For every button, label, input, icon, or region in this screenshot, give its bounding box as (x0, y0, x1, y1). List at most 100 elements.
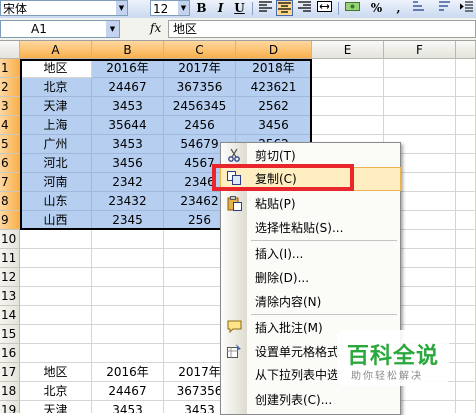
table-cell[interactable] (92, 344, 164, 363)
row-header[interactable]: 12 (0, 268, 20, 287)
table-cell[interactable] (384, 116, 456, 135)
italic-button[interactable]: I (212, 0, 229, 16)
table-cell[interactable] (456, 59, 476, 78)
table-cell[interactable] (456, 97, 476, 116)
column-header-c[interactable]: C (164, 41, 236, 59)
table-cell[interactable] (456, 211, 476, 230)
table-cell[interactable]: 地区 (20, 363, 92, 382)
table-cell[interactable] (456, 363, 476, 382)
select-all-corner[interactable] (0, 41, 20, 59)
chevron-down-icon[interactable]: ▼ (178, 1, 189, 15)
table-cell[interactable] (456, 154, 476, 173)
row-header[interactable]: 9 (0, 211, 20, 230)
table-cell[interactable]: 3456 (236, 116, 312, 135)
increase-decimal-button[interactable] (410, 0, 427, 16)
table-cell[interactable] (20, 325, 92, 344)
table-cell[interactable]: 3453 (92, 401, 164, 413)
table-cell[interactable]: 山东 (20, 192, 92, 211)
table-cell[interactable]: 2016年 (92, 363, 164, 382)
column-header-b[interactable]: B (92, 41, 164, 59)
font-name-select[interactable]: 宋体 ▼ (0, 0, 128, 16)
table-cell[interactable]: 3456 (92, 154, 164, 173)
underline-button[interactable]: U (231, 0, 248, 16)
align-right-button[interactable] (296, 0, 313, 16)
row-header[interactable]: 5 (0, 135, 20, 154)
table-cell[interactable] (456, 306, 476, 325)
table-cell[interactable] (92, 325, 164, 344)
column-header-e[interactable]: E (312, 41, 384, 59)
table-cell[interactable]: 23432 (92, 192, 164, 211)
table-cell[interactable]: 地区 (20, 59, 92, 78)
table-cell[interactable] (456, 344, 476, 363)
table-cell[interactable] (92, 230, 164, 249)
formula-input[interactable]: 地区 (168, 20, 476, 38)
table-cell[interactable]: 3453 (92, 135, 164, 154)
table-cell[interactable] (312, 78, 384, 97)
row-header[interactable]: 18 (0, 382, 20, 401)
table-cell[interactable] (92, 287, 164, 306)
bold-button[interactable]: B (193, 0, 210, 16)
table-cell[interactable] (456, 249, 476, 268)
table-cell[interactable] (20, 287, 92, 306)
currency-button[interactable] (344, 0, 361, 16)
align-center-button[interactable] (276, 0, 293, 16)
font-size-select[interactable]: 12 ▼ (150, 0, 190, 16)
table-cell[interactable]: 河南 (20, 173, 92, 192)
table-cell[interactable] (20, 268, 92, 287)
row-header[interactable]: 17 (0, 363, 20, 382)
row-header[interactable]: 6 (0, 154, 20, 173)
table-cell[interactable]: 2018年 (236, 59, 312, 78)
percent-button[interactable]: % (368, 0, 385, 16)
table-cell[interactable] (20, 249, 92, 268)
column-header-d[interactable]: D (236, 41, 312, 59)
row-header[interactable]: 3 (0, 97, 20, 116)
table-cell[interactable] (456, 192, 476, 211)
row-header[interactable]: 1 (0, 59, 20, 78)
column-header-a[interactable]: A (20, 41, 92, 59)
table-cell[interactable] (312, 59, 384, 78)
row-header[interactable]: 7 (0, 173, 20, 192)
table-cell[interactable]: 广州 (20, 135, 92, 154)
table-cell[interactable] (92, 306, 164, 325)
menu-item-option-5[interactable]: 删除(D)... (221, 267, 400, 289)
table-cell[interactable]: 2342 (92, 173, 164, 192)
menu-item-option-3[interactable]: 选择性粘贴(S)... (221, 217, 400, 239)
table-cell[interactable] (384, 78, 456, 97)
menu-item-paste[interactable]: 粘贴(P) (221, 193, 400, 215)
table-cell[interactable]: 2016年 (92, 59, 164, 78)
align-left-button[interactable] (257, 0, 274, 16)
table-cell[interactable] (20, 230, 92, 249)
chevron-down-icon[interactable]: ▼ (116, 1, 127, 15)
table-cell[interactable] (456, 173, 476, 192)
column-header-g[interactable] (456, 41, 476, 59)
table-cell[interactable]: 423621 (236, 78, 312, 97)
menu-item-option-10[interactable]: 创建列表(C)... (221, 389, 400, 411)
table-cell[interactable]: 367356 (164, 78, 236, 97)
table-cell[interactable] (92, 268, 164, 287)
table-cell[interactable]: 2562 (236, 97, 312, 116)
table-cell[interactable]: 天津 (20, 97, 92, 116)
table-cell[interactable] (456, 116, 476, 135)
table-cell[interactable]: 2017年 (164, 59, 236, 78)
row-header[interactable]: 16 (0, 344, 20, 363)
row-header[interactable]: 2 (0, 78, 20, 97)
insert-function-button[interactable]: fx (150, 21, 161, 35)
comma-style-button[interactable]: , (390, 0, 407, 16)
table-cell[interactable]: 河北 (20, 154, 92, 173)
table-cell[interactable] (20, 306, 92, 325)
indent-button[interactable] (458, 0, 475, 16)
table-cell[interactable] (456, 135, 476, 154)
table-cell[interactable] (456, 401, 476, 413)
table-cell[interactable] (384, 97, 456, 116)
table-cell[interactable]: 山西 (20, 211, 92, 230)
table-cell[interactable]: 天津 (20, 401, 92, 413)
table-cell[interactable] (456, 268, 476, 287)
row-header[interactable]: 11 (0, 249, 20, 268)
table-cell[interactable] (312, 116, 384, 135)
table-cell[interactable] (456, 325, 476, 344)
row-header[interactable]: 4 (0, 116, 20, 135)
decrease-decimal-button[interactable] (436, 0, 453, 16)
table-cell[interactable]: 2345 (92, 211, 164, 230)
table-cell[interactable] (456, 287, 476, 306)
chevron-down-icon[interactable]: ▼ (106, 21, 119, 37)
